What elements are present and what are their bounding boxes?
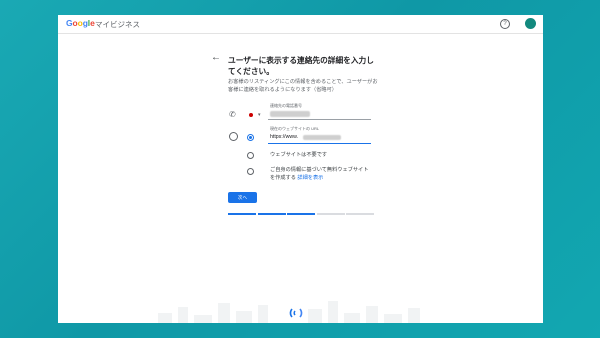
app-header: Google マイビジネス ?: [58, 15, 543, 34]
product-name: マイビジネス: [95, 20, 140, 29]
page-subtitle: お客様のリスティングにこの情報を含めることで、ユーザーがお客様に連絡を取れるよう…: [228, 79, 378, 93]
phone-icon: ✆: [229, 110, 236, 119]
radio-free-website[interactable]: [247, 168, 254, 175]
next-button[interactable]: 次へ: [228, 192, 257, 203]
progress-segment: [316, 213, 345, 215]
arrow-back-icon[interactable]: ←: [211, 52, 221, 63]
globe-icon: [229, 132, 238, 141]
radio-no-website[interactable]: [247, 152, 254, 159]
progress-segment: [228, 213, 256, 215]
website-url-input[interactable]: https://www.: [270, 134, 298, 140]
url-label: 現在のウェブサイトの URL: [270, 126, 320, 131]
progress-segment: [287, 213, 315, 215]
progress-segment: [257, 213, 286, 215]
phone-label: 連絡先の電話番号: [270, 103, 302, 108]
phone-number-input[interactable]: [270, 111, 310, 117]
page-title: ユーザーに表示する連絡先の詳細を入力してください。: [228, 56, 374, 76]
radio-have-website[interactable]: [247, 134, 254, 141]
website-url-blurred: [303, 135, 341, 140]
phone-input-underline: [268, 119, 371, 120]
chevron-down-icon[interactable]: ▾: [258, 112, 261, 118]
google-logo[interactable]: Google: [66, 18, 95, 28]
help-icon[interactable]: ?: [500, 19, 510, 29]
option-no-website-label: ウェブサイトは不要です: [270, 152, 328, 158]
browser-window: Google マイビジネス ? ← ユーザーに表示する連絡先の詳細を入力してくだ…: [58, 15, 543, 323]
url-input-underline: [268, 143, 371, 144]
logo-letter: e: [90, 18, 95, 28]
progress-segment: [346, 213, 374, 215]
option-free-website-label: ご自身の情報に基づいて無料ウェブサイトを作成する 詳細を表示: [270, 167, 370, 182]
loading-spinner-icon: [289, 308, 303, 318]
details-link[interactable]: 詳細を表示: [297, 175, 323, 181]
japan-flag-icon[interactable]: [249, 113, 253, 117]
account-avatar[interactable]: [525, 18, 536, 29]
